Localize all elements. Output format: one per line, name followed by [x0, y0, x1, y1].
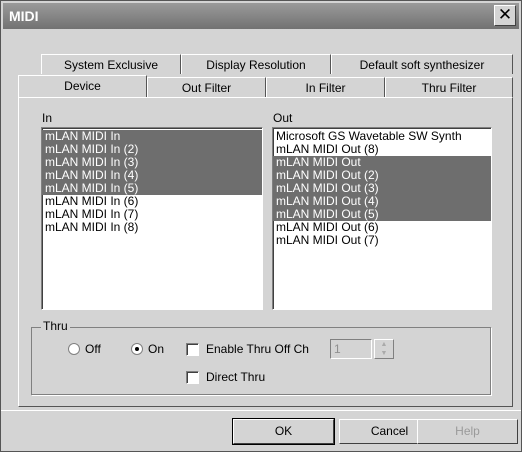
tab-default-soft-synthesizer[interactable]: Default soft synthesizer [331, 54, 513, 74]
ok-button[interactable]: OK [232, 418, 335, 445]
title-bar: MIDI ✕ [3, 3, 519, 29]
tab-in-filter[interactable]: In Filter [266, 77, 385, 97]
close-button[interactable]: ✕ [494, 5, 516, 26]
button-separator [1, 410, 521, 411]
tab-out-filter[interactable]: Out Filter [147, 77, 266, 97]
device-tab-panel [18, 97, 513, 407]
tab-display-resolution[interactable]: Display Resolution [181, 54, 331, 74]
tab-device[interactable]: Device [18, 75, 147, 97]
midi-dialog: MIDI ✕ System Exclusive Display Resoluti… [0, 0, 522, 452]
tab-system-exclusive[interactable]: System Exclusive [41, 54, 181, 74]
help-button[interactable]: Help [417, 419, 518, 444]
window-title: MIDI [9, 8, 39, 24]
tab-thru-filter[interactable]: Thru Filter [385, 77, 513, 97]
